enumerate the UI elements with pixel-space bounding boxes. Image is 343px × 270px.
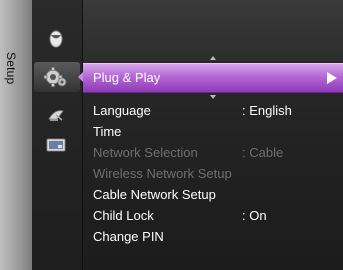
menu-item-network-selection: Network Selection : Cable [93, 143, 343, 164]
side-tab-label: Setup [4, 52, 18, 85]
menu-item-plug-and-play[interactable]: Plug & Play [83, 63, 343, 93]
highlight-label: Plug & Play [93, 70, 161, 85]
menu-item-change-pin[interactable]: Change PIN [93, 227, 343, 248]
menu-item-value: : Cable [242, 145, 284, 160]
scroll-down-arrow-icon[interactable] [210, 95, 216, 99]
menu-item-label: Child Lock [93, 208, 154, 223]
menu-item-label: Change PIN [93, 229, 164, 244]
tv-setup-menu: Setup Plug & Play Language: English Tim… [0, 0, 343, 270]
picture-icon[interactable] [43, 28, 69, 50]
menu-item-child-lock[interactable]: Child Lock : On [93, 206, 343, 227]
setup-menu-list: Language : English Time Network Selectio… [93, 101, 343, 248]
menu-item-wireless-network-setup: Wireless Network Setup [93, 164, 343, 185]
menu-header-band [83, 0, 343, 62]
menu-item-value: : On [242, 208, 267, 223]
play-arrow-icon [327, 72, 337, 84]
category-icon-column [32, 0, 83, 270]
menu-item-label: Wireless Network Setup [93, 166, 232, 181]
menu-item-label: Cable Network Setup [93, 187, 216, 202]
selection-pointer-icon [78, 72, 83, 82]
menu-item-value: : English [242, 103, 292, 118]
menu-item-cable-network-setup[interactable]: Cable Network Setup [93, 185, 343, 206]
menu-item-label: Language [93, 103, 151, 118]
satellite-dish-icon[interactable] [43, 104, 69, 126]
input-source-icon[interactable] [43, 134, 69, 156]
menu-item-time[interactable]: Time [93, 122, 343, 143]
menu-item-label: Time [93, 124, 122, 139]
menu-item-label: Network Selection [93, 145, 198, 160]
setup-side-tab[interactable]: Setup [0, 0, 32, 270]
menu-item-language[interactable]: Language : English [93, 101, 343, 122]
setup-gear-icon[interactable] [43, 66, 69, 88]
scroll-up-arrow-icon[interactable] [210, 56, 216, 60]
